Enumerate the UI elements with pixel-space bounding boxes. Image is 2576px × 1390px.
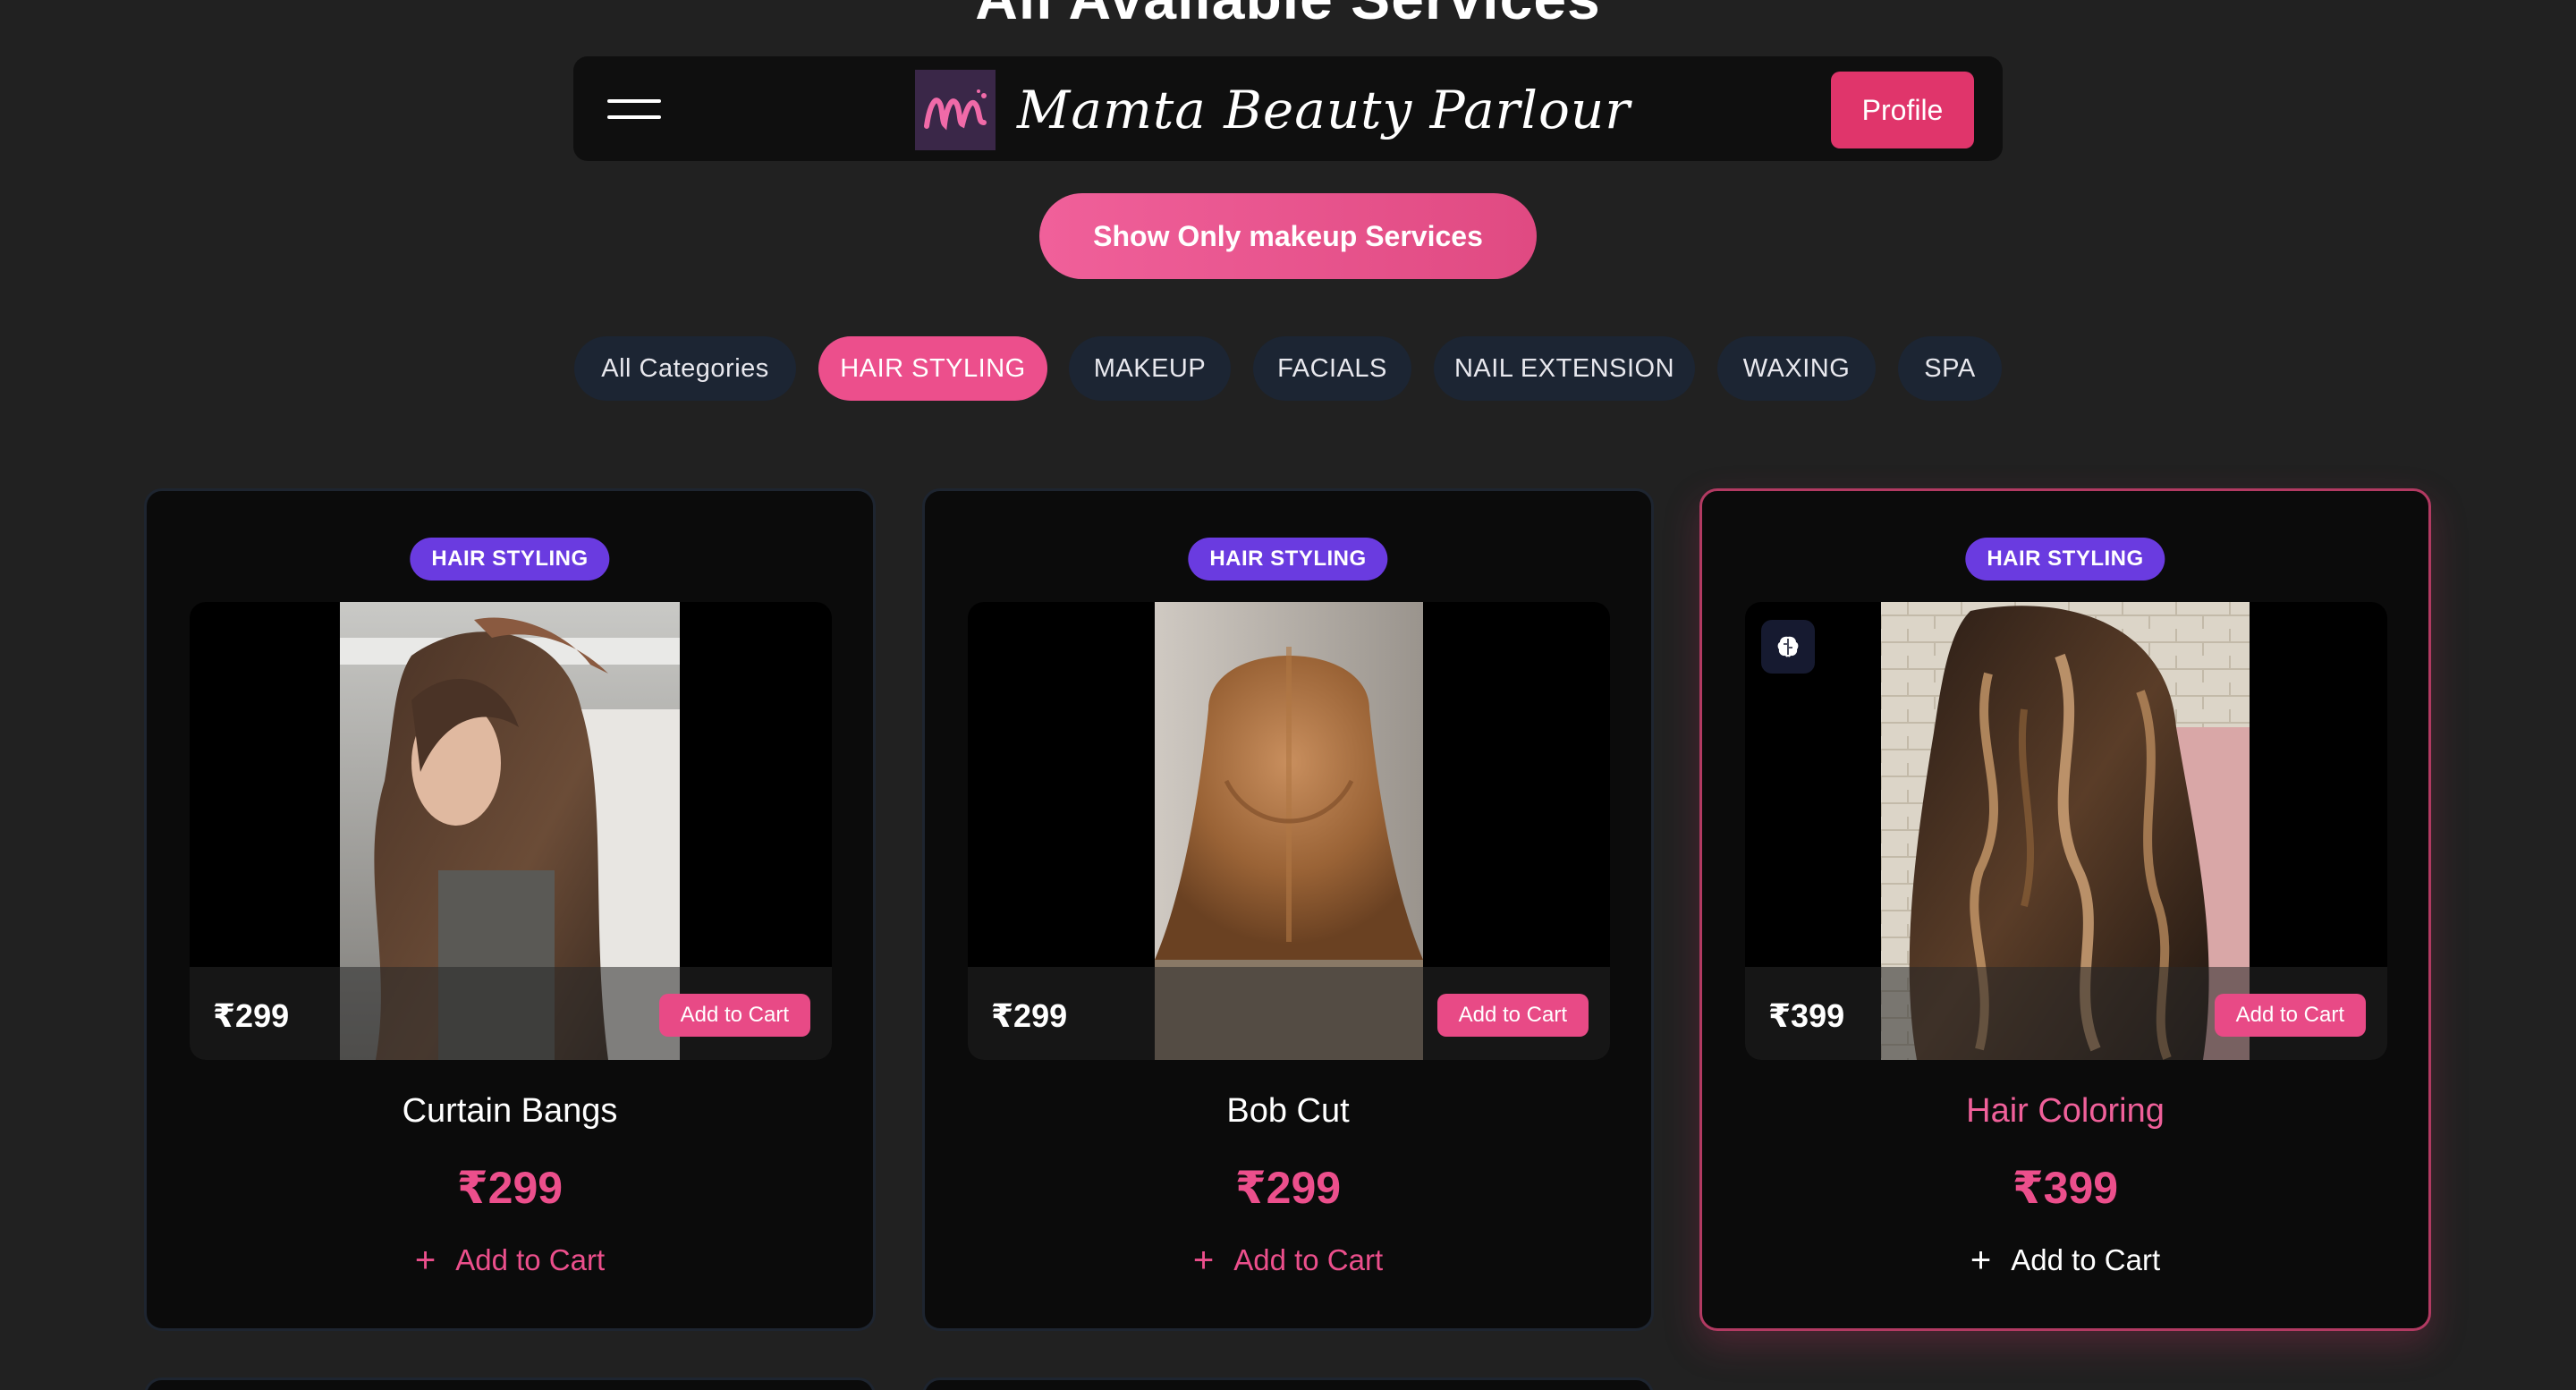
plus-icon: + — [414, 1241, 436, 1280]
service-price: ₹299 — [456, 1163, 564, 1213]
category-chip-all[interactable]: All Categories — [574, 336, 796, 401]
overlay-price: ₹299 — [991, 997, 1068, 1034]
category-badge: HAIR STYLING — [1188, 538, 1388, 581]
add-to-cart-label: Add to Cart — [455, 1243, 606, 1276]
category-chip-facials[interactable]: FACIALS — [1253, 336, 1411, 401]
overlay-price: ₹299 — [213, 997, 290, 1034]
overlay-price: ₹399 — [1768, 997, 1845, 1034]
show-makeup-toggle-button[interactable]: Show Only makeup Services — [1039, 193, 1537, 279]
service-name: Curtain Bangs — [402, 1092, 618, 1130]
service-card-next-row — [144, 1377, 876, 1390]
service-image-frame: ₹299 Add to Cart — [968, 602, 1610, 1060]
navbar: Mamta Beauty Parlour Profile — [573, 56, 2003, 161]
overlay-add-to-cart-button[interactable]: Add to Cart — [1436, 994, 1589, 1037]
category-chip-makeup[interactable]: MAKEUP — [1069, 336, 1231, 401]
category-chip-waxing[interactable]: WAXING — [1717, 336, 1876, 401]
add-to-cart-button[interactable]: + Add to Cart — [1970, 1242, 2160, 1278]
category-badge: HAIR STYLING — [1965, 538, 2165, 581]
profile-button[interactable]: Profile — [1831, 72, 1974, 148]
category-chip-hair-styling[interactable]: HAIR STYLING — [818, 336, 1047, 401]
overlay-add-to-cart-button[interactable]: Add to Cart — [658, 994, 810, 1037]
category-badge: HAIR STYLING — [410, 538, 610, 581]
service-card-curtain-bangs[interactable]: HAIR STYLING ₹299 Add to Cart Curtain Ba… — [144, 488, 876, 1331]
logo-mark-icon — [924, 89, 987, 131]
logo — [915, 70, 996, 150]
plus-icon: + — [1192, 1241, 1215, 1280]
service-card-hair-coloring[interactable]: HAIR STYLING ₹399 Add to Cart Hair Color… — [1699, 488, 2431, 1331]
add-to-cart-label: Add to Cart — [1233, 1243, 1384, 1276]
add-to-cart-label: Add to Cart — [2011, 1243, 2161, 1276]
menu-icon[interactable] — [600, 85, 672, 133]
add-to-cart-button[interactable]: + Add to Cart — [415, 1242, 605, 1278]
service-name: Bob Cut — [1226, 1092, 1350, 1130]
service-card-bob-cut[interactable]: HAIR STYLING ₹299 Add to Cart Bob Cut ₹2… — [922, 488, 1654, 1331]
page: All Available Services Mamta Beauty Parl… — [0, 0, 2576, 1390]
brain-icon[interactable] — [1761, 620, 1815, 674]
overlay-add-to-cart-button[interactable]: Add to Cart — [2214, 994, 2366, 1037]
service-image-frame: ₹299 Add to Cart — [190, 602, 832, 1060]
service-price: ₹299 — [1234, 1163, 1342, 1213]
add-to-cart-button[interactable]: + Add to Cart — [1193, 1242, 1383, 1278]
service-image-frame: ₹399 Add to Cart — [1745, 602, 2387, 1060]
plus-icon: + — [1970, 1241, 1992, 1280]
service-card-next-row — [922, 1377, 1654, 1390]
category-chip-spa[interactable]: SPA — [1898, 336, 2002, 401]
brand-name: Mamta Beauty Parlour — [1017, 80, 1631, 140]
page-title: All Available Services — [0, 0, 2576, 32]
service-price: ₹399 — [2012, 1163, 2119, 1213]
service-name: Hair Coloring — [1966, 1092, 2165, 1130]
category-chip-nail-extension[interactable]: NAIL EXTENSION — [1434, 336, 1695, 401]
